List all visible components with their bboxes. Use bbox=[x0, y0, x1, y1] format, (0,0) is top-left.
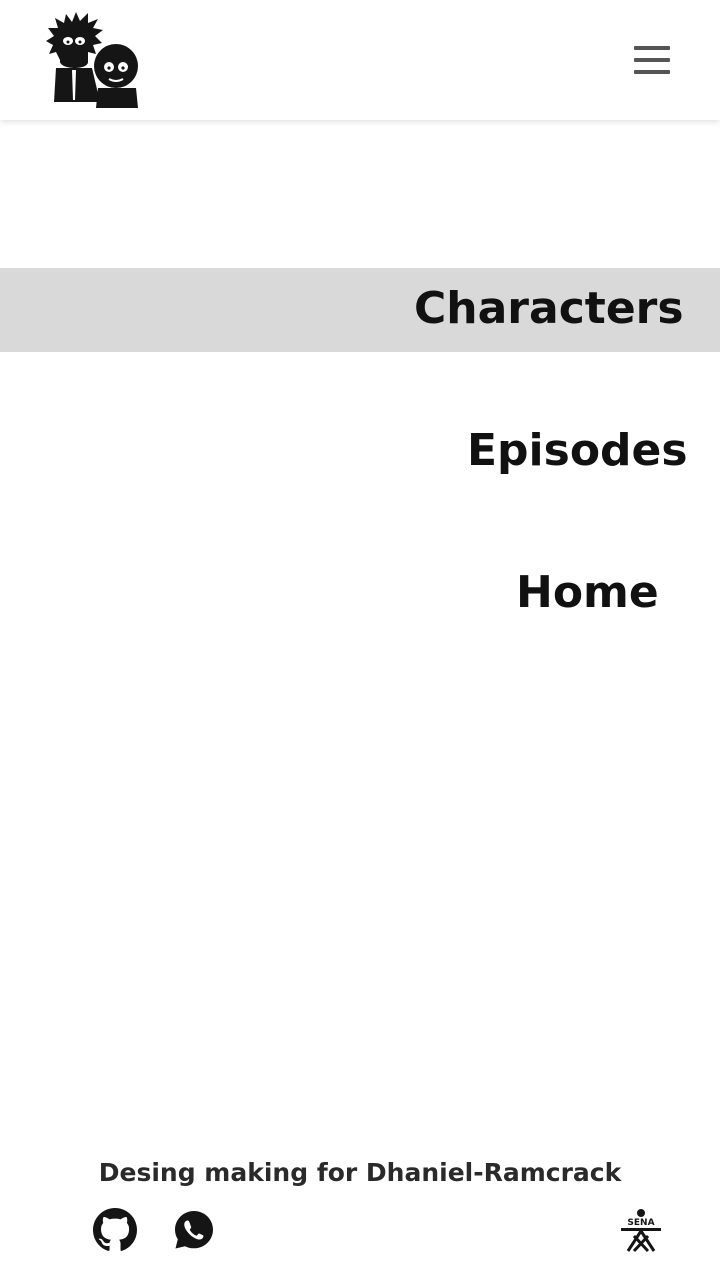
github-icon[interactable] bbox=[93, 1208, 137, 1252]
nav-item-episodes[interactable]: Episodes bbox=[0, 410, 720, 494]
sena-logo-icon[interactable]: SENA bbox=[618, 1208, 664, 1254]
menu-bar-bottom bbox=[634, 70, 670, 74]
sena-logo-text: SENA bbox=[627, 1218, 654, 1228]
footer-credit: Desing making for Dhaniel-Ramcrack bbox=[98, 1158, 622, 1187]
nav-item-home[interactable]: Home bbox=[0, 552, 720, 636]
nav-item-label: Episodes bbox=[467, 425, 688, 476]
menu-bar-middle bbox=[634, 58, 670, 62]
page: Characters Episodes Home Desing making f… bbox=[0, 0, 720, 1280]
nav-item-label: Characters bbox=[414, 283, 684, 334]
whatsapp-icon[interactable] bbox=[172, 1208, 216, 1252]
app-header bbox=[0, 0, 720, 120]
menu-bar-top bbox=[634, 46, 670, 50]
hamburger-menu-button[interactable] bbox=[630, 44, 672, 76]
rick-and-morty-logo-icon[interactable] bbox=[46, 10, 142, 112]
nav-item-label: Home bbox=[516, 567, 659, 618]
nav-item-characters[interactable]: Characters bbox=[0, 268, 720, 352]
